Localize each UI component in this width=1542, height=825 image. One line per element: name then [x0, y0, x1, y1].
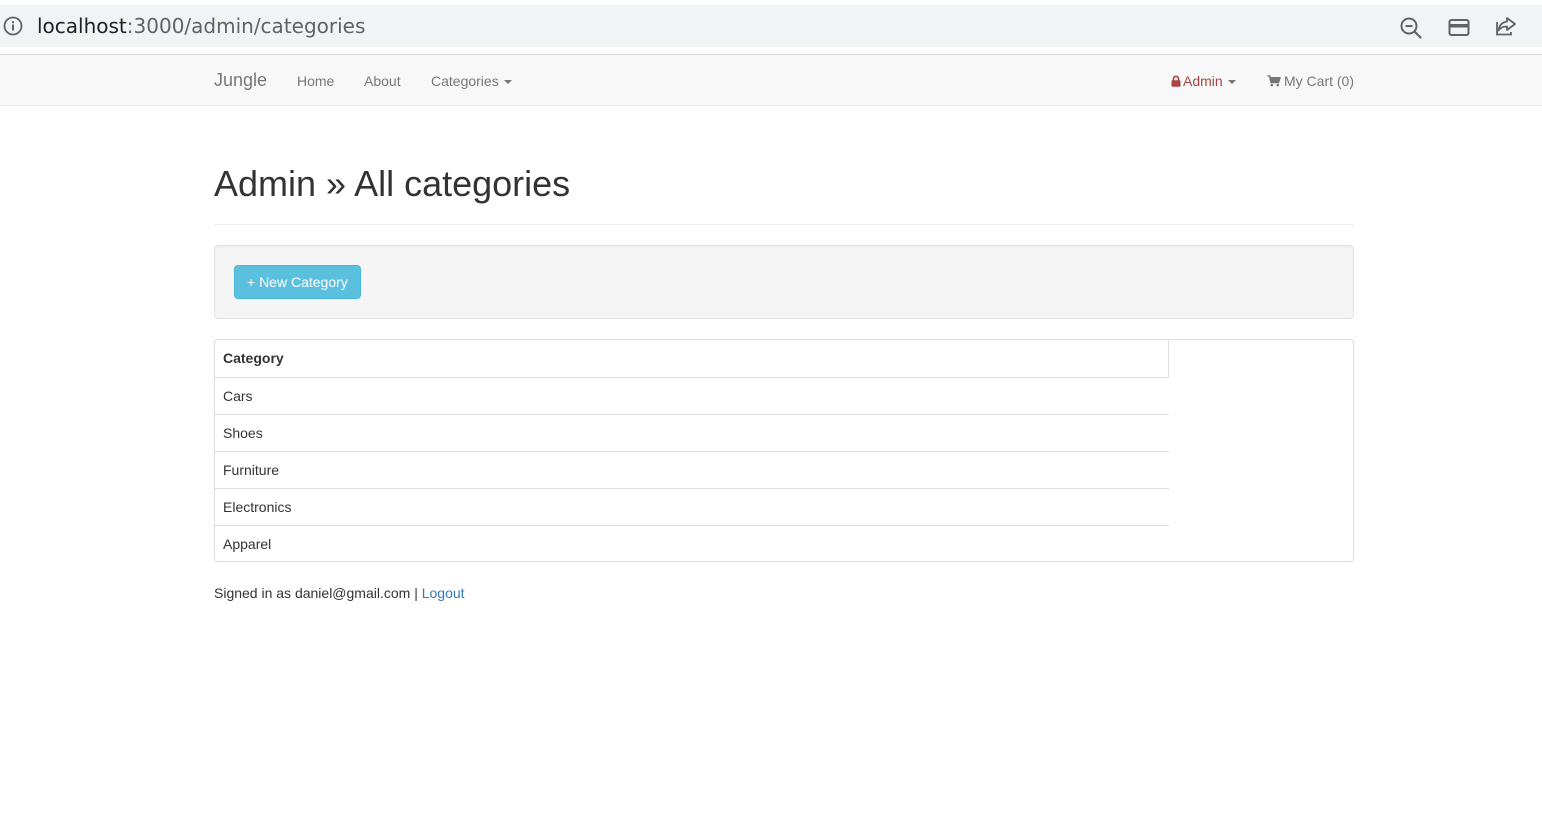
admin-label: Admin [1183, 73, 1223, 89]
share-icon[interactable] [1494, 14, 1518, 38]
site-navbar: Jungle Home About Categories Admin My Ca… [0, 54, 1542, 106]
category-cell: Cars [215, 377, 1169, 415]
logout-link[interactable]: Logout [422, 585, 465, 601]
nav-home-link[interactable]: Home [297, 72, 334, 90]
signed-in-status: Signed in as daniel@gmail.com | Logout [214, 584, 465, 602]
categories-panel: Category Cars Shoes Furniture Electronic… [214, 339, 1354, 562]
table-header-row: Category [215, 340, 1169, 378]
category-cell: Shoes [215, 414, 1169, 452]
info-icon[interactable] [3, 16, 23, 36]
browser-toolbar: localhost:3000/admin/categories [0, 0, 1542, 54]
address-bar[interactable]: localhost:3000/admin/categories [0, 5, 1542, 47]
url-text[interactable]: localhost:3000/admin/categories [37, 14, 365, 38]
nav-categories-label: Categories [431, 73, 499, 89]
new-category-button[interactable]: + New Category [234, 265, 361, 299]
admin-dropdown[interactable]: Admin [1171, 72, 1236, 90]
categories-table: Category Cars Shoes Furniture Electronic… [215, 340, 1169, 562]
category-cell: Furniture [215, 451, 1169, 489]
zoom-out-icon[interactable] [1399, 16, 1423, 40]
table-row: Electronics [215, 488, 1169, 526]
chevron-down-icon [1227, 80, 1236, 85]
table-row: Apparel [215, 525, 1169, 562]
brand-link[interactable]: Jungle [214, 70, 267, 90]
category-cell: Electronics [215, 488, 1169, 526]
column-header-category: Category [215, 340, 1169, 378]
cart-icon [1267, 73, 1281, 87]
card-icon[interactable] [1447, 16, 1471, 40]
url-path: :3000/admin/categories [126, 14, 366, 38]
actions-well: + New Category [214, 245, 1354, 319]
table-row: Shoes [215, 414, 1169, 452]
url-host: localhost [37, 14, 127, 38]
category-cell: Apparel [223, 535, 272, 552]
nav-about-link[interactable]: About [364, 72, 401, 90]
page-title: Admin » All categories [214, 163, 571, 204]
signed-in-text: Signed in as daniel@gmail.com | [214, 585, 418, 601]
title-divider [214, 224, 1354, 225]
my-cart-label: My Cart (0) [1284, 73, 1354, 89]
chevron-down-icon [503, 80, 512, 85]
lock-icon [1171, 73, 1181, 87]
table-row: Cars [215, 377, 1169, 415]
my-cart-link[interactable]: My Cart (0) [1267, 72, 1354, 90]
nav-categories-dropdown[interactable]: Categories [431, 72, 512, 90]
table-row: Furniture [215, 451, 1169, 489]
